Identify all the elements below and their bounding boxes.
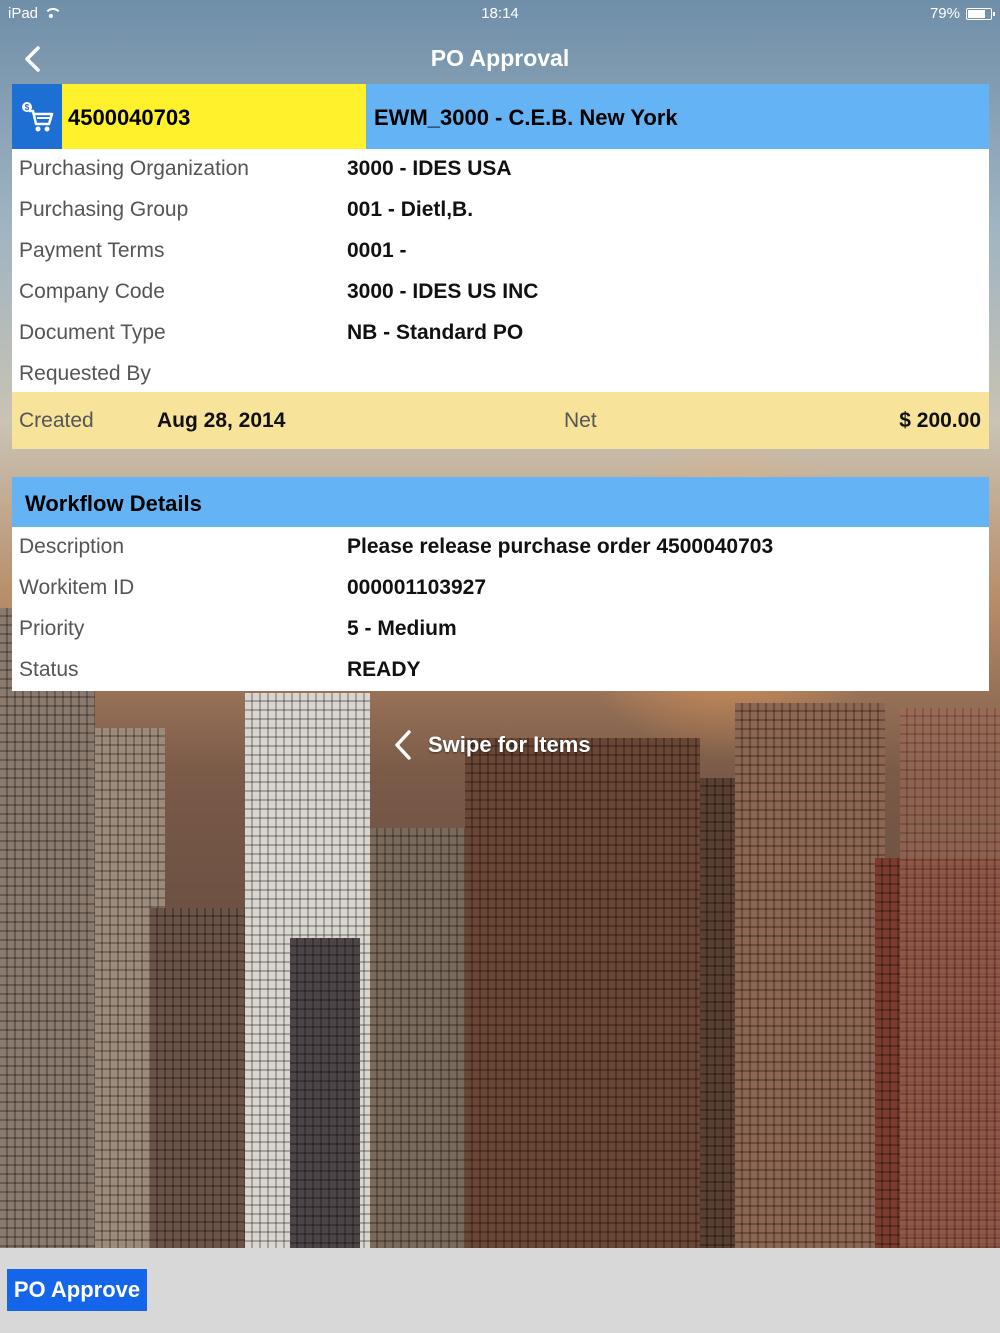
workflow-label: Workitem ID <box>19 576 135 599</box>
created-label: Created <box>19 409 94 432</box>
detail-label: Company Code <box>19 280 165 303</box>
battery-fill <box>968 9 985 18</box>
detail-row: Requested By <box>12 354 989 395</box>
workflow-row: Priority 5 - Medium <box>12 609 989 650</box>
battery-percent: 79% <box>929 5 960 22</box>
workflow-label: Status <box>19 658 79 681</box>
detail-value: NB - Standard PO <box>347 321 524 344</box>
workflow-value: 5 - Medium <box>347 617 457 640</box>
status-bar: iPad 18:14 79% <box>0 0 1000 28</box>
net-amount: $ 200.00 <box>899 409 981 432</box>
building <box>0 608 95 1248</box>
battery-icon <box>966 7 995 20</box>
workflow-value: READY <box>347 658 421 681</box>
created-date: Aug 28, 2014 <box>157 409 286 432</box>
detail-label: Purchasing Organization <box>19 157 249 180</box>
building <box>370 828 465 1248</box>
detail-row: Payment Terms 0001 - <box>12 231 989 272</box>
workflow-row: Description Please release purchase orde… <box>12 527 989 568</box>
workflow-row: Status READY <box>12 650 989 691</box>
building <box>735 703 885 1248</box>
workflow-value: Please release purchase order 4500040703 <box>347 535 774 558</box>
workflow-label: Priority <box>19 617 85 640</box>
workflow-header: Workflow Details <box>12 477 989 527</box>
page-title: PO Approval <box>430 45 570 71</box>
vendor-name: EWM_3000 - C.E.B. New York <box>366 84 989 149</box>
workflow-value: 000001103927 <box>347 576 486 599</box>
workflow-title: Workflow Details <box>25 491 202 516</box>
detail-label: Document Type <box>19 321 166 344</box>
building <box>150 908 245 1248</box>
clock: 18:14 <box>481 5 519 22</box>
workflow-label: Description <box>19 535 125 558</box>
po-details-card: Purchasing Organization 3000 - IDES USA … <box>12 149 989 392</box>
shopping-cart-icon: $ <box>12 84 62 149</box>
battery-indicator: 79% <box>929 5 995 22</box>
detail-row: Purchasing Organization 3000 - IDES USA <box>12 149 989 190</box>
building <box>465 738 700 1248</box>
workflow-details-card: Description Please release purchase orde… <box>12 527 989 691</box>
po-approve-button[interactable]: PO Approve <box>7 1269 147 1311</box>
po-number: 4500040703 <box>62 84 366 149</box>
swipe-hint-label: Swipe for Items <box>428 732 591 757</box>
detail-value: 3000 - IDES USA <box>347 157 512 180</box>
totals-bar: Created Aug 28, 2014 Net $ 200.00 <box>12 392 989 449</box>
building <box>290 938 360 1248</box>
detail-row: Document Type NB - Standard PO <box>12 313 989 354</box>
detail-value: 3000 - IDES US INC <box>347 280 539 303</box>
swipe-for-items-hint[interactable]: Swipe for Items <box>392 728 591 762</box>
detail-row: Purchasing Group 001 - Dietl,B. <box>12 190 989 231</box>
bottom-toolbar: PO Approve <box>0 1248 1000 1333</box>
po-header: $ 4500040703 EWM_3000 - C.E.B. New York <box>12 84 989 149</box>
detail-label: Requested By <box>19 362 151 385</box>
net-label: Net <box>564 409 597 432</box>
detail-value: 0001 - <box>347 239 407 262</box>
workflow-row: Workitem ID 000001103927 <box>12 568 989 609</box>
detail-value: 001 - Dietl,B. <box>347 198 474 221</box>
chevron-left-icon <box>395 730 411 760</box>
detail-row: Company Code 3000 - IDES US INC <box>12 272 989 313</box>
detail-label: Payment Terms <box>19 239 165 262</box>
building <box>900 708 1000 1248</box>
navigation-bar: PO Approval <box>0 28 1000 84</box>
detail-label: Purchasing Group <box>19 198 189 221</box>
